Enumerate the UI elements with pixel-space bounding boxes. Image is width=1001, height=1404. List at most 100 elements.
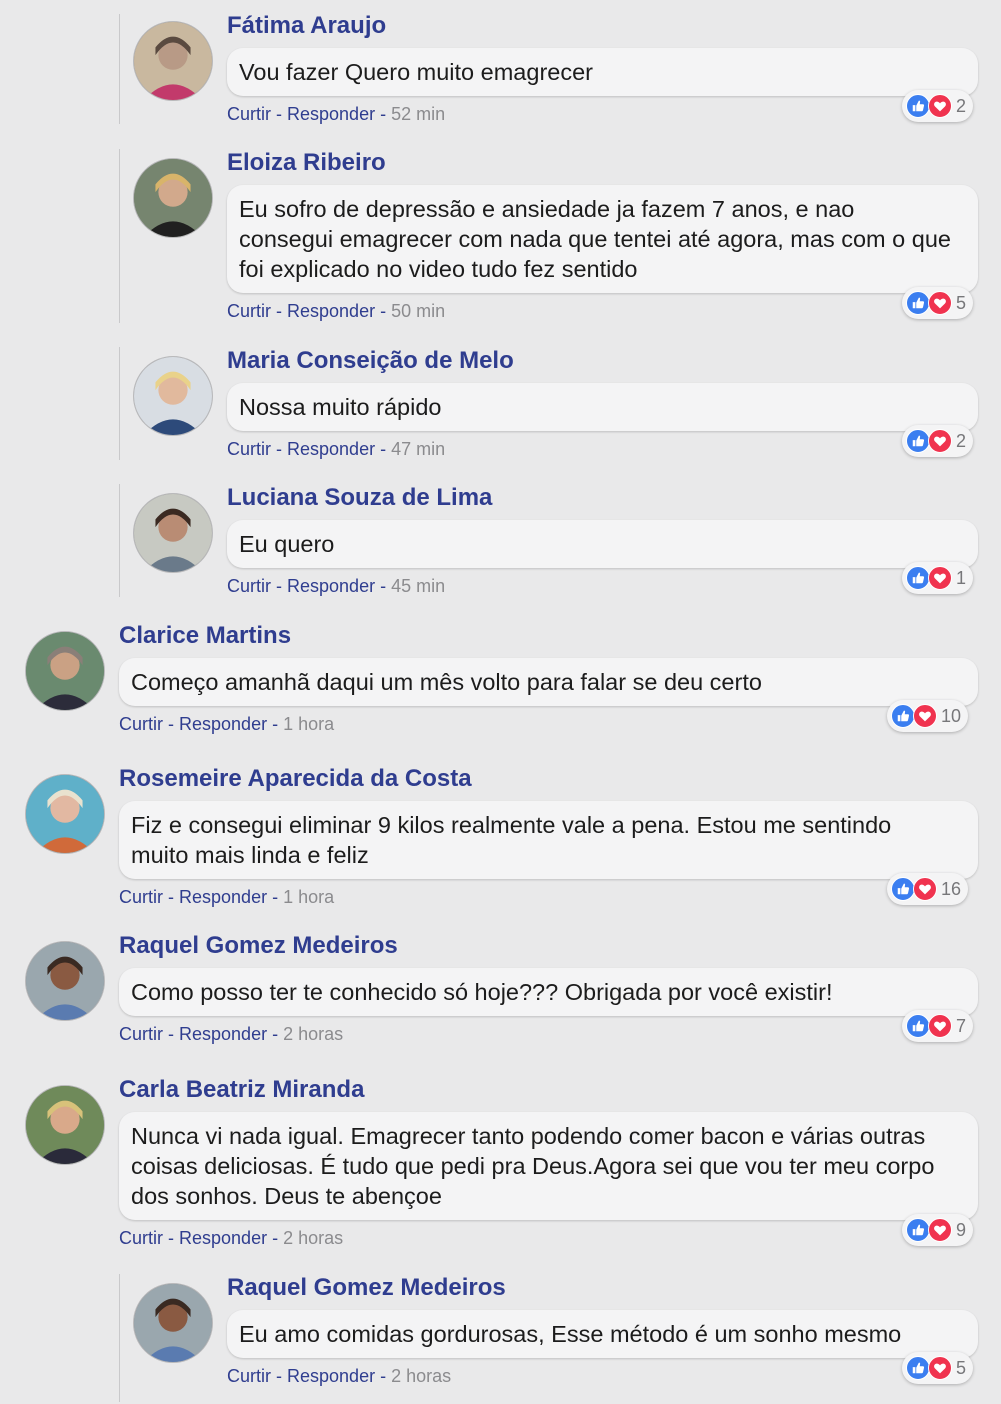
- avatar-photo: [26, 942, 104, 1020]
- separator: -: [276, 576, 288, 596]
- heart-reaction-icon: [928, 1356, 952, 1380]
- comment-text: Como posso ter te conhecido só hoje??? O…: [131, 979, 833, 1005]
- avatar-photo: [134, 494, 212, 572]
- reactions-badge[interactable]: 16: [887, 873, 969, 905]
- avatar[interactable]: [133, 493, 213, 573]
- avatar[interactable]: [25, 1085, 105, 1165]
- commenter-name[interactable]: Fátima Araujo: [227, 12, 386, 40]
- avatar[interactable]: [133, 1283, 213, 1363]
- separator: -: [276, 1366, 288, 1386]
- heart-reaction-icon: [928, 1014, 952, 1038]
- comment-bubble: Nossa muito rápido: [227, 383, 978, 431]
- reaction-count: 2: [956, 430, 967, 451]
- like-reaction-icon: [891, 704, 915, 728]
- avatar[interactable]: [25, 631, 105, 711]
- reactions-badge[interactable]: 1: [902, 562, 974, 594]
- like-reaction-icon: [906, 1014, 930, 1038]
- reply-link[interactable]: Responder: [179, 887, 267, 907]
- like-link[interactable]: Curtir: [119, 714, 163, 734]
- reaction-count: 16: [941, 878, 962, 899]
- reply-link[interactable]: Responder: [287, 439, 375, 459]
- comment-bubble: Nunca vi nada igual. Emagrecer tanto pod…: [119, 1112, 978, 1220]
- comment-bubble: Eu sofro de depressão e ansiedade ja faz…: [227, 185, 978, 293]
- like-link[interactable]: Curtir: [227, 439, 271, 459]
- comment-text: Vou fazer Quero muito emagrecer: [239, 59, 593, 85]
- commenter-name[interactable]: Raquel Gomez Medeiros: [119, 932, 398, 960]
- like-reaction-icon: [891, 877, 915, 901]
- like-link[interactable]: Curtir: [227, 301, 271, 321]
- comment-actions: Curtir - Responder - 1 hora: [119, 887, 334, 908]
- reactions-badge[interactable]: 2: [902, 90, 974, 122]
- heart-reaction-icon: [913, 704, 937, 728]
- reactions-badge[interactable]: 2: [902, 425, 974, 457]
- comment-actions: Curtir - Responder - 47 min: [227, 439, 445, 460]
- separator: -: [276, 301, 288, 321]
- separator: -: [380, 1366, 392, 1386]
- avatar[interactable]: [133, 158, 213, 238]
- reply-link[interactable]: Responder: [287, 301, 375, 321]
- like-reaction-icon: [906, 1356, 930, 1380]
- commenter-name[interactable]: Luciana Souza de Lima: [227, 484, 492, 512]
- avatar-photo: [26, 775, 104, 853]
- comment-actions: Curtir - Responder - 52 min: [227, 104, 445, 125]
- commenter-name[interactable]: Carla Beatriz Miranda: [119, 1076, 364, 1104]
- comment-bubble: Fiz e consegui eliminar 9 kilos realment…: [119, 801, 978, 879]
- reactions-badge[interactable]: 7: [902, 1010, 974, 1042]
- reply-link[interactable]: Responder: [287, 1366, 375, 1386]
- reactions-badge[interactable]: 10: [887, 700, 969, 732]
- reactions-badge[interactable]: 9: [902, 1214, 974, 1246]
- thread-line: [119, 1274, 120, 1402]
- like-link[interactable]: Curtir: [119, 1024, 163, 1044]
- comment-bubble: Eu quero: [227, 520, 978, 568]
- comment-text: Fiz e consegui eliminar 9 kilos realment…: [131, 812, 892, 868]
- like-link[interactable]: Curtir: [227, 104, 271, 124]
- reply-link[interactable]: Responder: [287, 104, 375, 124]
- commenter-name[interactable]: Rosemeire Aparecida da Costa: [119, 765, 472, 793]
- reactions-badge[interactable]: 5: [902, 287, 974, 319]
- like-link[interactable]: Curtir: [119, 887, 163, 907]
- comment-text: Nossa muito rápido: [239, 394, 442, 420]
- comment-bubble: Eu amo comidas gordurosas, Esse método é…: [227, 1310, 978, 1358]
- thread-line: [119, 484, 120, 597]
- commenter-name[interactable]: Clarice Martins: [119, 622, 291, 650]
- like-link[interactable]: Curtir: [227, 1366, 271, 1386]
- reply-link[interactable]: Responder: [287, 576, 375, 596]
- avatar[interactable]: [25, 941, 105, 1021]
- commenter-name[interactable]: Maria Conseição de Melo: [227, 347, 514, 375]
- reply-link[interactable]: Responder: [179, 714, 267, 734]
- like-reaction-icon: [906, 429, 930, 453]
- avatar-photo: [26, 1086, 104, 1164]
- avatar[interactable]: [133, 356, 213, 436]
- comment-actions: Curtir - Responder - 2 horas: [119, 1228, 343, 1249]
- timestamp: 50 min: [391, 301, 446, 321]
- avatar[interactable]: [25, 774, 105, 854]
- reaction-count: 9: [956, 1219, 967, 1240]
- separator: -: [380, 576, 392, 596]
- reaction-count: 7: [956, 1015, 967, 1036]
- thread-line: [119, 14, 120, 124]
- separator: -: [272, 887, 284, 907]
- commenter-name[interactable]: Eloiza Ribeiro: [227, 149, 386, 177]
- separator: -: [272, 714, 284, 734]
- commenter-name[interactable]: Raquel Gomez Medeiros: [227, 1274, 506, 1302]
- avatar-photo: [134, 1284, 212, 1362]
- timestamp: 47 min: [391, 439, 446, 459]
- like-reaction-icon: [906, 566, 930, 590]
- comment-actions: Curtir - Responder - 45 min: [227, 576, 445, 597]
- comment-actions: Curtir - Responder - 2 horas: [119, 1024, 343, 1045]
- avatar[interactable]: [133, 21, 213, 101]
- comment-bubble: Vou fazer Quero muito emagrecer: [227, 48, 978, 96]
- like-link[interactable]: Curtir: [119, 1228, 163, 1248]
- avatar-photo: [134, 159, 212, 237]
- comment-bubble: Como posso ter te conhecido só hoje??? O…: [119, 968, 978, 1016]
- comment-bubble: Começo amanhã daqui um mês volto para fa…: [119, 658, 978, 706]
- reply-link[interactable]: Responder: [179, 1228, 267, 1248]
- comment-actions: Curtir - Responder - 2 horas: [227, 1366, 451, 1387]
- reply-link[interactable]: Responder: [179, 1024, 267, 1044]
- separator: -: [380, 301, 392, 321]
- like-link[interactable]: Curtir: [227, 576, 271, 596]
- reactions-badge[interactable]: 5: [902, 1352, 974, 1384]
- comment-text: Nunca vi nada igual. Emagrecer tanto pod…: [131, 1123, 935, 1209]
- like-reaction-icon: [906, 291, 930, 315]
- comment-text: Eu quero: [239, 531, 335, 557]
